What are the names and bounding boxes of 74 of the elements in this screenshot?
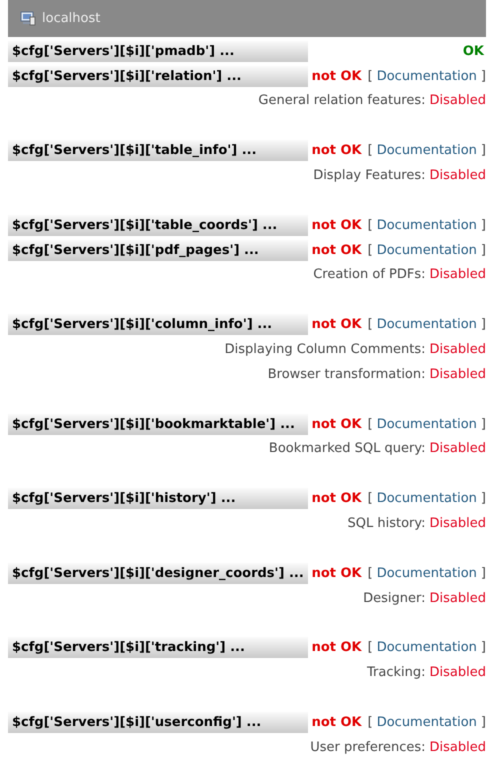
config-parameter: $cfg['Servers'][$i]['designer_coords'] ... [8, 562, 308, 584]
feature-label: Bookmarked SQL query: [268, 441, 426, 456]
documentation-link[interactable]: Documentation [376, 715, 477, 730]
feature-label: User preferences: [310, 740, 426, 755]
config-parameter: $cfg['Servers'][$i]['bookmarktable'] ... [8, 414, 308, 435]
documentation-link[interactable]: Documentation [376, 491, 477, 506]
status-text: not OK [312, 491, 362, 506]
open-bracket: [ [368, 491, 373, 506]
config-parameter: $cfg['Servers'][$i]['userconfig'] ... [8, 712, 308, 734]
status-text: not OK [312, 317, 362, 332]
open-bracket: [ [368, 218, 373, 233]
close-bracket: ] [480, 566, 486, 581]
status-text: OK [462, 44, 484, 59]
feature-label: Designer: [363, 590, 426, 606]
status-text: not OK [312, 566, 362, 581]
feature-label: General relation features: [258, 93, 426, 108]
documentation-link[interactable]: Documentation [376, 566, 477, 581]
config-parameter: $cfg['Servers'][$i]['history'] ... [8, 488, 308, 510]
open-bracket: [ [368, 317, 373, 332]
server-title: localhost [42, 11, 100, 26]
feature-label: Displaying Column Comments: [224, 342, 426, 358]
close-bracket: ] [480, 143, 486, 158]
close-bracket: ] [480, 416, 486, 432]
documentation-link[interactable]: Documentation [376, 640, 477, 656]
feature-status: Disabled [430, 366, 486, 382]
open-bracket: [ [368, 566, 373, 581]
close-bracket: ] [480, 218, 486, 233]
config-parameter: $cfg['Servers'][$i]['tracking'] ... [8, 637, 308, 658]
open-bracket: [ [368, 640, 373, 656]
feature-label: Creation of PDFs: [313, 267, 426, 282]
feature-status: Disabled [430, 342, 486, 358]
config-parameter: $cfg['Servers'][$i]['pmadb'] ... [8, 40, 308, 62]
open-bracket: [ [368, 242, 373, 258]
feature-label: Browser transformation: [268, 366, 426, 382]
open-bracket: [ [368, 416, 373, 432]
config-parameter: $cfg['Servers'][$i]['column_info'] ... [8, 314, 308, 336]
documentation-link[interactable]: Documentation [376, 242, 477, 258]
open-bracket: [ [368, 143, 373, 158]
status-text: not OK [312, 143, 362, 158]
computer-icon [20, 11, 36, 26]
close-bracket: ] [480, 242, 486, 258]
feature-status: Disabled [430, 590, 486, 606]
status-text: not OK [312, 640, 362, 656]
feature-status: Disabled [430, 93, 486, 108]
close-bracket: ] [480, 715, 486, 730]
close-bracket: ] [480, 491, 486, 506]
status-text: not OK [312, 242, 362, 258]
close-bracket: ] [480, 317, 486, 332]
status-text: not OK [312, 218, 362, 233]
feature-status: Disabled [430, 441, 486, 456]
documentation-link[interactable]: Documentation [376, 218, 477, 233]
status-text: not OK [312, 416, 362, 432]
feature-status: Disabled [430, 267, 486, 282]
feature-status: Disabled [430, 665, 486, 680]
config-parameter: $cfg['Servers'][$i]['pdf_pages'] ... [8, 240, 308, 261]
documentation-link[interactable]: Documentation [376, 68, 477, 84]
documentation-link[interactable]: Documentation [376, 416, 477, 432]
feature-label: SQL history: [348, 516, 426, 532]
open-bracket: [ [368, 68, 373, 84]
feature-status: Disabled [430, 516, 486, 532]
status-text: not OK [312, 715, 362, 730]
documentation-link[interactable]: Documentation [376, 143, 477, 158]
config-parameter: $cfg['Servers'][$i]['table_coords'] ... [8, 214, 308, 236]
open-bracket: [ [368, 715, 373, 730]
config-parameter: $cfg['Servers'][$i]['relation'] ... [8, 66, 308, 87]
documentation-link[interactable]: Documentation [376, 317, 477, 332]
feature-label: Display Features: [313, 168, 426, 184]
feature-status: Disabled [430, 740, 486, 755]
status-text: not OK [312, 68, 362, 84]
feature-status: Disabled [430, 168, 486, 184]
close-bracket: ] [480, 68, 486, 84]
close-bracket: ] [480, 640, 486, 656]
config-parameter: $cfg['Servers'][$i]['table_info'] ... [8, 140, 308, 162]
feature-label: Tracking: [367, 665, 426, 680]
